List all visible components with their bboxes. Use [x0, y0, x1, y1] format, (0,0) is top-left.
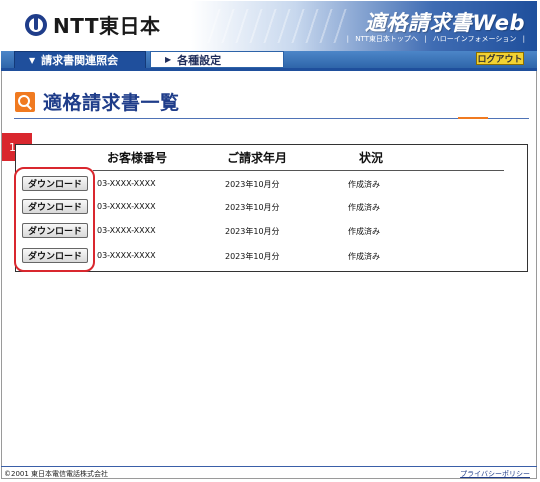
- title-accent: [458, 117, 488, 119]
- app-title: 適格請求書Web: [364, 11, 525, 35]
- customer-number: 03-XXXX-XXXX: [97, 179, 156, 188]
- customer-number: 03-XXXX-XXXX: [97, 251, 156, 260]
- page-title: 適格請求書一覧: [43, 92, 180, 114]
- status-text: 作成済み: [348, 180, 380, 189]
- customer-number: 03-XXXX-XXXX: [97, 226, 156, 235]
- download-button[interactable]: ダウンロード: [22, 176, 88, 191]
- customer-number: 03-XXXX-XXXX: [97, 202, 156, 211]
- copyright: ©2001 東日本電信電話株式会社: [4, 470, 109, 478]
- status-text: 作成済み: [348, 227, 380, 236]
- link-ntt-top[interactable]: NTT東日本トップへ: [355, 35, 418, 43]
- header-divider: [93, 170, 504, 171]
- nav-underline: [1, 68, 537, 71]
- search-icon: [15, 92, 35, 112]
- tab-label: 各種設定: [177, 53, 222, 67]
- ntt-logo[interactable]: NTT東日本: [25, 10, 160, 39]
- status-text: 作成済み: [348, 252, 380, 261]
- download-button[interactable]: ダウンロード: [22, 248, 88, 263]
- tab-label: 請求書関連照会: [41, 54, 119, 67]
- logo-text: NTT東日本: [53, 14, 161, 38]
- privacy-policy-link[interactable]: プライバシーポリシー: [460, 469, 530, 479]
- column-header-customer-no: お客様番号: [107, 151, 168, 165]
- download-button[interactable]: ダウンロード: [22, 199, 88, 214]
- ntt-logo-icon: [25, 13, 47, 36]
- title-divider: [14, 118, 529, 119]
- footer-divider: [1, 466, 537, 467]
- column-header-billing-month: ご請求年月: [227, 151, 288, 165]
- logout-button[interactable]: ログアウト: [476, 52, 524, 65]
- status-text: 作成済み: [348, 203, 380, 212]
- chevron-down-icon: ▼: [29, 55, 36, 65]
- link-hello-information[interactable]: ハローインフォメーション: [433, 35, 517, 43]
- chevron-right-icon: ▶: [165, 55, 172, 64]
- header-links: | NTT東日本トップへ | ハローインフォメーション |: [346, 35, 525, 43]
- column-header-status: 状況: [359, 151, 384, 165]
- billing-month: 2023年10月分: [225, 252, 280, 261]
- download-button[interactable]: ダウンロード: [22, 223, 88, 238]
- tab-settings[interactable]: ▶ 各種設定: [150, 51, 284, 68]
- billing-month: 2023年10月分: [225, 227, 280, 236]
- billing-month: 2023年10月分: [225, 203, 280, 212]
- tab-billing-inquiry[interactable]: ▼ 請求書関連照会: [14, 51, 146, 68]
- site-header: NTT東日本 適格請求書Web | NTT東日本トップへ | ハローインフォメー…: [1, 1, 537, 51]
- billing-month: 2023年10月分: [225, 180, 280, 189]
